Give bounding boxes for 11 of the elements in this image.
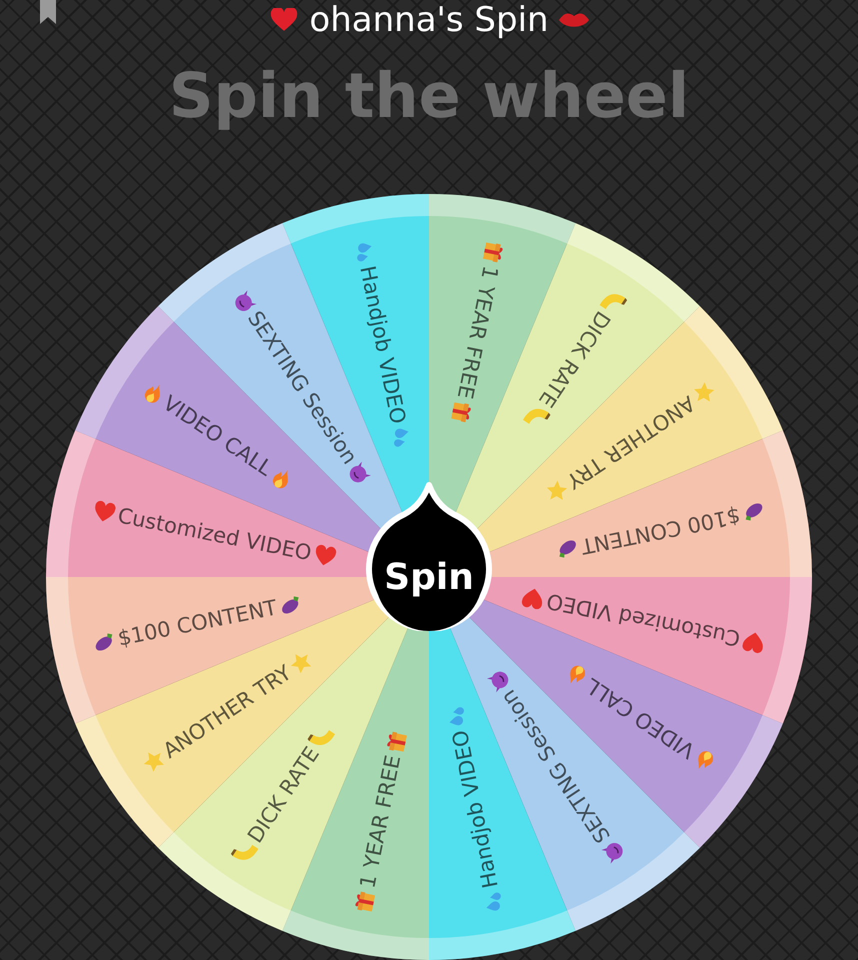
prize-wheel[interactable]	[46, 194, 812, 960]
wheel-segment-label: Handjob VIDEO	[354, 264, 412, 426]
bookmark-icon	[38, 0, 58, 24]
wheel-segment-label: 1 YEAR FREE	[354, 752, 406, 890]
wheel-segment-label: $100 CONTENT	[578, 502, 742, 560]
wheel-segment-label: Handjob VIDEO	[446, 728, 504, 890]
wheel-segment-label: $100 CONTENT	[116, 594, 280, 652]
wheel-segment-label: 1 YEAR FREE	[452, 264, 504, 402]
page-title: ohanna's Spin	[309, 0, 549, 40]
heart-icon	[269, 8, 300, 32]
heading: Spin the wheel	[168, 58, 690, 134]
